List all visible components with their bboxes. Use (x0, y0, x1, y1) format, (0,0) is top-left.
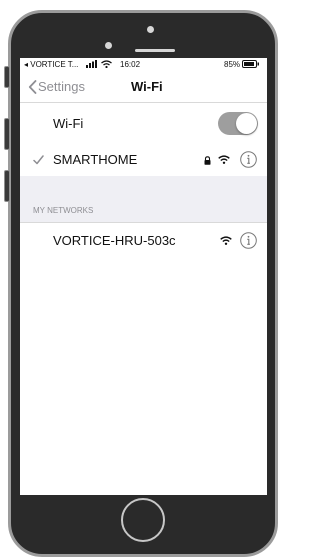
chevron-left-icon (28, 80, 37, 94)
wifi-signal-icon (220, 236, 232, 245)
mute-switch (4, 66, 10, 88)
connected-network-row[interactable]: SMARTHOME (20, 144, 267, 176)
section-header-label: MY NETWORKS (33, 206, 94, 215)
networks-section-header: MY NETWORKS (20, 176, 267, 222)
info-icon[interactable] (240, 232, 257, 249)
info-icon[interactable] (240, 151, 257, 168)
status-bar: ◂ VORTICE T... 16:02 85% (20, 58, 267, 72)
carrier-label: ◂ VORTICE T... (24, 60, 79, 69)
back-button[interactable]: Settings (22, 78, 88, 96)
home-button[interactable] (121, 498, 165, 542)
network-row[interactable]: VORTICE-HRU-503c (20, 225, 267, 257)
navigation-bar: Settings Wi-Fi (20, 72, 267, 103)
proximity-sensor (147, 26, 154, 33)
checkmark-icon (33, 155, 44, 165)
wifi-toggle-switch[interactable] (218, 112, 258, 135)
battery-icon (242, 60, 259, 68)
connected-network-name: SMARTHOME (53, 152, 138, 167)
volume-up-button (4, 118, 10, 150)
volume-down-button (4, 170, 10, 202)
wifi-signal-icon (218, 155, 230, 164)
clock: 16:02 (120, 60, 141, 69)
section-divider (20, 222, 267, 223)
network-name: VORTICE-HRU-503c (53, 233, 176, 248)
back-label: Settings (38, 79, 85, 94)
toggle-knob (236, 113, 257, 134)
wifi-toggle-row: Wi-Fi (20, 108, 267, 140)
wifi-icon (101, 60, 112, 68)
battery-percent: 85% (224, 60, 241, 69)
front-camera (105, 42, 112, 49)
screen: ◂ VORTICE T... 16:02 85% Settings Wi-Fi (20, 58, 267, 495)
lock-icon (204, 156, 211, 165)
wifi-toggle-label: Wi-Fi (53, 116, 84, 131)
signal-bars-icon (86, 60, 97, 68)
earpiece-speaker (135, 49, 175, 52)
page-title: Wi-Fi (131, 79, 163, 94)
